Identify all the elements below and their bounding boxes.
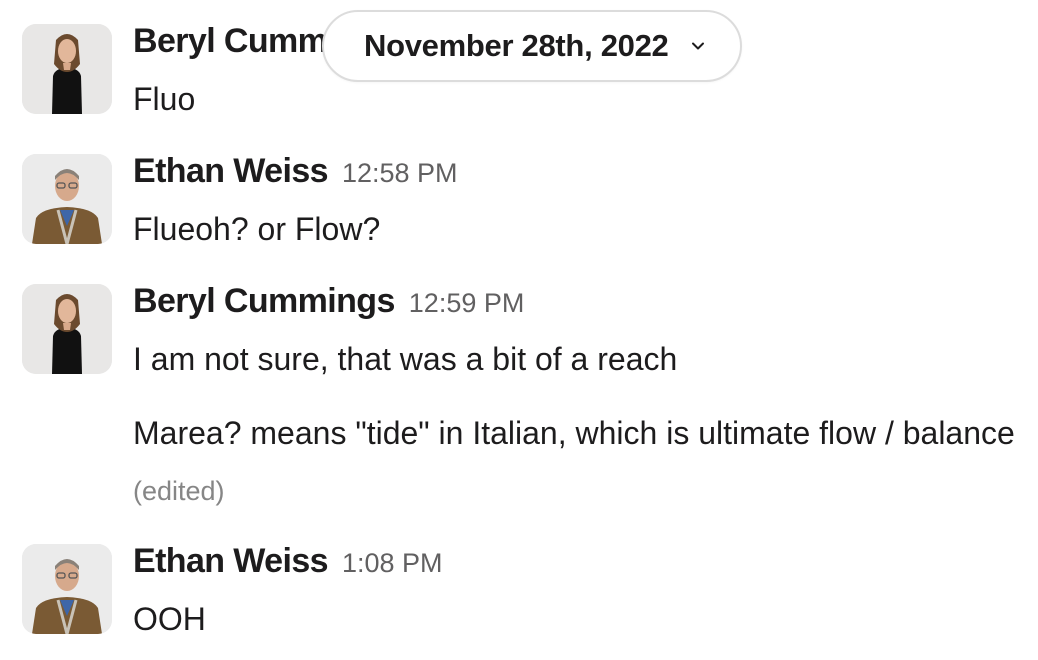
author-name[interactable]: Ethan Weiss: [133, 152, 329, 190]
message-timestamp[interactable]: 1:08 PM: [342, 548, 443, 578]
message-text: I am not sure, that was a bit of a reach: [133, 341, 678, 377]
avatar-image: [22, 24, 112, 114]
avatar-ethan-weiss[interactable]: [22, 154, 112, 244]
avatar-image: [22, 154, 112, 244]
message-header: Ethan Weiss 1:08 PM: [133, 544, 443, 578]
message-text-content: Marea? means "tide" in Italian, which is…: [133, 415, 1015, 451]
message-header: Ethan Weiss 12:58 PM: [133, 154, 458, 188]
avatar-beryl-cummings[interactable]: [22, 24, 112, 114]
message-timestamp[interactable]: 12:59 PM: [409, 288, 525, 318]
message-header: Beryl Cummings 12:59 PM: [133, 284, 524, 318]
avatar-image: [22, 544, 112, 634]
chevron-down-icon: [690, 38, 706, 54]
avatar-ethan-weiss[interactable]: [22, 544, 112, 634]
avatar-beryl-cummings[interactable]: [22, 284, 112, 374]
avatar-image: [22, 284, 112, 374]
author-name[interactable]: Ethan Weiss: [133, 542, 329, 580]
message-timestamp[interactable]: 12:58 PM: [342, 158, 458, 188]
message-text: Flueoh? or Flow?: [133, 211, 381, 247]
message-text: Marea? means "tide" in Italian, which is…: [133, 405, 1033, 519]
edited-label: (edited): [133, 476, 225, 506]
author-name[interactable]: Beryl Cummings: [133, 282, 395, 320]
date-divider-label: November 28th, 2022: [364, 28, 669, 63]
date-divider-button[interactable]: November 28th, 2022: [322, 10, 742, 82]
message-text: OOH: [133, 601, 206, 637]
message-list: Beryl Cummings Fluo Ethan Weiss 12:58 PM …: [0, 0, 1038, 660]
message-text: Fluo: [133, 81, 196, 117]
